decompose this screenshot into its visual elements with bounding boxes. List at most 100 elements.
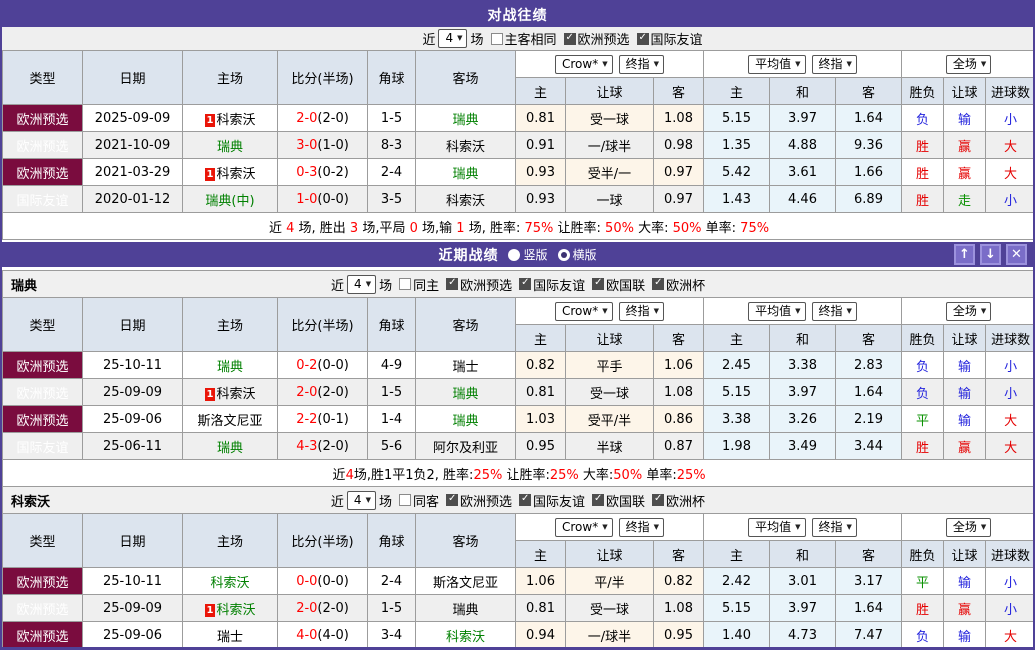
cell-away: 瑞典 [416,595,516,622]
filter-checkbox-0[interactable] [399,494,411,506]
games-count-select[interactable]: 4▼ [438,29,467,48]
team-sweden-table: 瑞典近4▼场同主欧洲预选国际友谊欧国联欧洲杯类型日期主场比分(半场)角球客场Cr… [2,270,1035,487]
cell-odds: 6.89 [836,186,902,213]
cell-score: 4-3(2-0) [278,433,368,460]
chevron-down-icon: ▼ [654,56,659,72]
bookmaker-select[interactable]: Crow*▼ [555,302,613,321]
filter-checkbox-3[interactable] [592,278,604,290]
move-down-button[interactable]: ↓ [980,244,1001,265]
cell-result: 小 [986,379,1035,406]
team-name-text: 科索沃 [446,630,485,645]
table-header-row: 类型日期主场比分(半场)角球客场Crow*▼终指▼平均值▼终指▼全场▼ [3,51,1035,78]
filter-checkbox-1[interactable] [446,494,458,506]
scope-header: 全场▼ [902,51,1035,78]
cell-odds: 半球 [566,433,654,460]
col-date: 日期 [83,51,183,105]
subcol-label: 和 [770,541,836,568]
average-select[interactable]: 平均值▼ [748,55,805,74]
team-name-text: 斯洛文尼亚 [433,576,498,591]
cell-result: 输 [944,622,986,649]
filter-checkbox-4[interactable] [652,278,664,290]
filter-checkbox-label: 欧洲预选 [460,491,512,510]
match-row: 欧洲预选25-09-091科索沃2-0(2-0)1-5瑞典0.81受一球1.08… [3,595,1035,622]
cell-date: 2021-03-29 [83,159,183,186]
cell-date: 25-09-06 [83,622,183,649]
filter-checkbox-1[interactable] [446,278,458,290]
filter-checkbox-0[interactable] [399,278,411,290]
team-kosovo-table: 科索沃近4▼场同客欧洲预选国际友谊欧国联欧洲杯类型日期主场比分(半场)角球客场C… [2,486,1035,650]
cell-result: 走 [944,186,986,213]
layout-radio-vertical[interactable] [508,249,520,261]
filter-checkbox-2[interactable] [519,278,531,290]
cell-corner: 1-5 [368,595,416,622]
odds-stage-select[interactable]: 终指▼ [619,302,664,321]
move-up-button[interactable]: ↑ [954,244,975,265]
avg-stage-select[interactable]: 终指▼ [812,302,857,321]
team-name-text: 瑞典(中) [205,194,254,209]
cell-result: 小 [986,352,1035,379]
avg-stage-select[interactable]: 终指▼ [812,55,857,74]
subcol-label: 和 [770,78,836,105]
cell-score: 0-3(0-2) [278,159,368,186]
cell-odds: 3.26 [770,406,836,433]
layout-radio-horizontal[interactable] [558,249,570,261]
cell-result: 大 [986,132,1035,159]
table-header-row: 类型日期主场比分(半场)角球客场Crow*▼终指▼平均值▼终指▼全场▼ [3,514,1035,541]
filter-checkbox-1[interactable] [564,33,576,45]
chevron-down-icon: ▼ [654,303,659,319]
cell-corner: 3-4 [368,622,416,649]
bookmaker-select[interactable]: Crow*▼ [555,518,613,537]
cell-home: 斯洛文尼亚 [183,406,278,433]
cell-odds: 5.15 [704,379,770,406]
cell-corner: 8-3 [368,132,416,159]
filter-checkbox-2[interactable] [637,33,649,45]
average-select[interactable]: 平均值▼ [748,518,805,537]
col-corner: 角球 [368,514,416,568]
cell-away: 科索沃 [416,622,516,649]
team-name-text: 科索沃 [216,387,255,402]
filter-checkbox-4[interactable] [652,494,664,506]
odds-stage-select[interactable]: 终指▼ [619,55,664,74]
cell-odds: 1.64 [836,105,902,132]
cell-odds: 0.95 [654,622,704,649]
scope-select[interactable]: 全场▼ [946,302,991,321]
cell-odds: 1.43 [704,186,770,213]
cell-odds: 0.82 [654,568,704,595]
cell-result: 胜 [902,186,944,213]
cell-result: 赢 [944,433,986,460]
filter-checkbox-3[interactable] [592,494,604,506]
games-count-select[interactable]: 4▼ [347,491,376,510]
filter-checkbox-2[interactable] [519,494,531,506]
games-unit-label: 场 [379,491,392,510]
cell-odds: 3.97 [770,105,836,132]
cell-score: 1-0(0-0) [278,186,368,213]
cell-result: 小 [986,105,1035,132]
cell-away: 瑞典 [416,406,516,433]
chevron-down-icon: ▼ [847,519,852,535]
close-icon: ✕ [1011,247,1022,262]
team-name-text: 阿尔及利亚 [433,441,498,456]
cell-odds: 0.91 [516,132,566,159]
close-button[interactable]: ✕ [1006,244,1027,265]
scope-select[interactable]: 全场▼ [946,518,991,537]
avg-stage-select[interactable]: 终指▼ [812,518,857,537]
chevron-down-icon: ▼ [366,492,371,508]
cell-result: 负 [902,105,944,132]
filter-checkbox-label: 欧国联 [606,275,645,294]
scope-select[interactable]: 全场▼ [946,55,991,74]
cell-result: 小 [986,595,1035,622]
games-count-select[interactable]: 4▼ [347,275,376,294]
subcol-label: 胜负 [902,78,944,105]
average-select[interactable]: 平均值▼ [748,302,805,321]
match-row: 欧洲预选25-10-11科索沃0-0(0-0)2-4斯洛文尼亚1.06平/半0.… [3,568,1035,595]
filter-checkbox-label: 欧国联 [606,491,645,510]
bookmaker-select[interactable]: Crow*▼ [555,55,613,74]
filter-checkbox-0[interactable] [491,33,503,45]
match-row: 欧洲预选25-09-06瑞士4-0(4-0)3-4科索沃0.94一/球半0.95… [3,622,1035,649]
cell-result: 输 [944,352,986,379]
cell-result: 大 [986,406,1035,433]
odds-stage-select[interactable]: 终指▼ [619,518,664,537]
subcol-label: 主 [704,541,770,568]
cell-odds: 1.64 [836,595,902,622]
cell-result: 大 [986,159,1035,186]
